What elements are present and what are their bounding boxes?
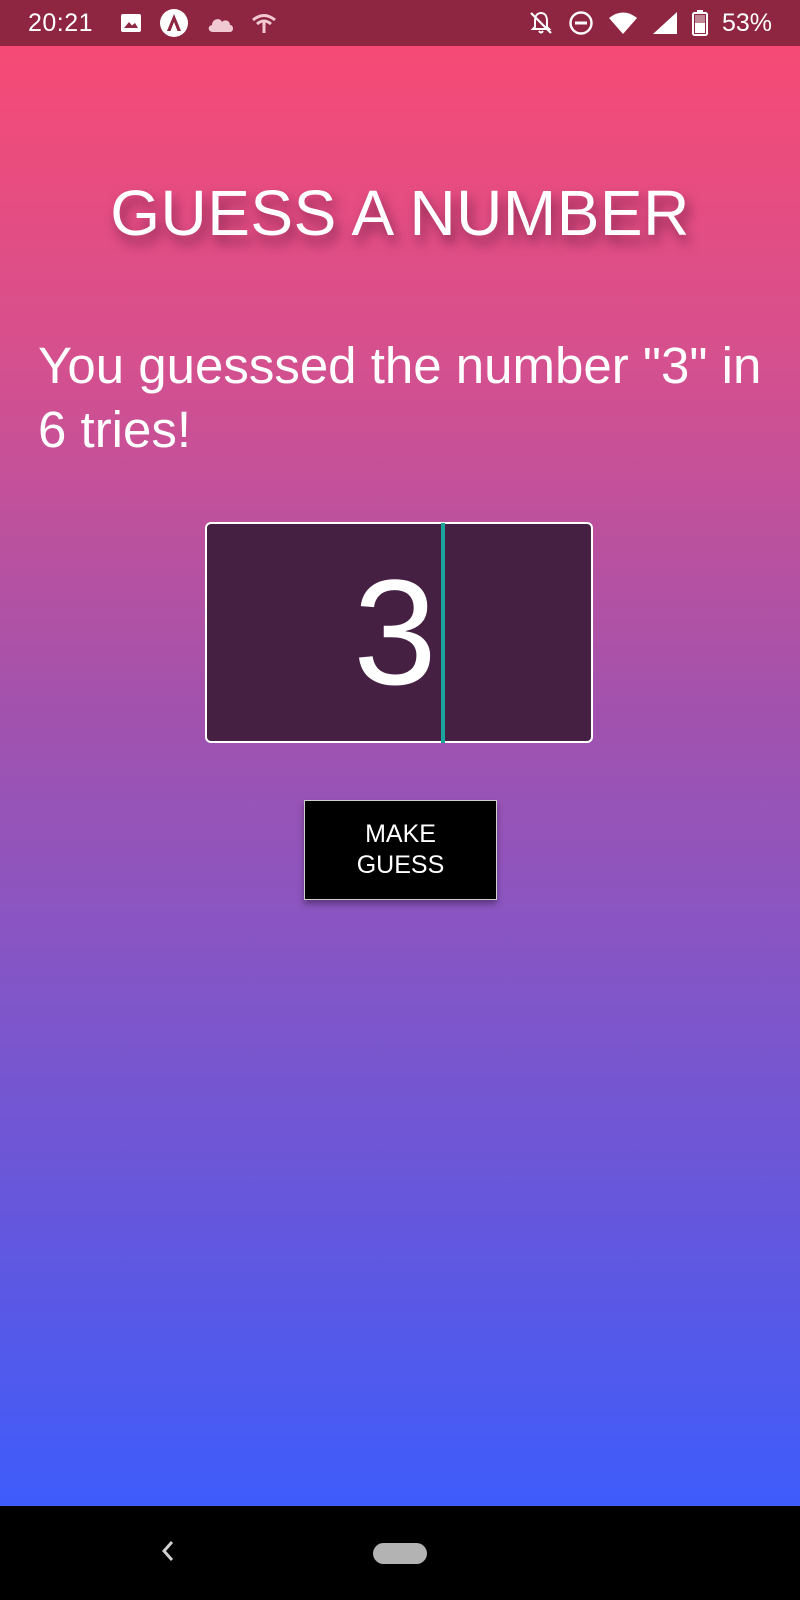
battery-percent: 53% xyxy=(721,8,772,37)
make-guess-label: MAKE GUESS xyxy=(356,820,445,879)
wifi-icon xyxy=(608,11,638,35)
status-bar: 20:21 53% xyxy=(0,0,800,46)
navigation-bar xyxy=(0,1506,800,1600)
home-pill-icon[interactable] xyxy=(373,1543,427,1564)
game-over-screen: GUESS A NUMBER You guesssed the number "… xyxy=(0,46,800,1506)
status-right-group: 53% xyxy=(528,9,772,38)
app-screen: 20:21 53% GUESS A NUMBER You guesssed th… xyxy=(0,0,800,1600)
status-left-group: 20:21 xyxy=(28,8,277,38)
do-not-disturb-icon xyxy=(568,10,594,36)
notifications-off-icon xyxy=(528,10,554,36)
battery-icon xyxy=(691,10,708,36)
app-logo-icon xyxy=(159,8,189,38)
image-icon xyxy=(119,11,143,35)
text-caret xyxy=(440,522,445,743)
wifi-signal-icon xyxy=(251,12,277,34)
result-message: You guesssed the number "3" in 6 tries! xyxy=(38,337,762,458)
status-time: 20:21 xyxy=(28,8,94,37)
cloud-icon xyxy=(205,12,235,34)
page-title: GUESS A NUMBER xyxy=(110,177,690,249)
guess-number-input[interactable]: 3 xyxy=(205,522,593,743)
back-icon[interactable] xyxy=(160,1536,176,1571)
cell-signal-icon xyxy=(652,11,678,35)
guess-input-value: 3 xyxy=(353,548,437,716)
make-guess-button[interactable]: MAKE GUESS xyxy=(304,800,497,900)
